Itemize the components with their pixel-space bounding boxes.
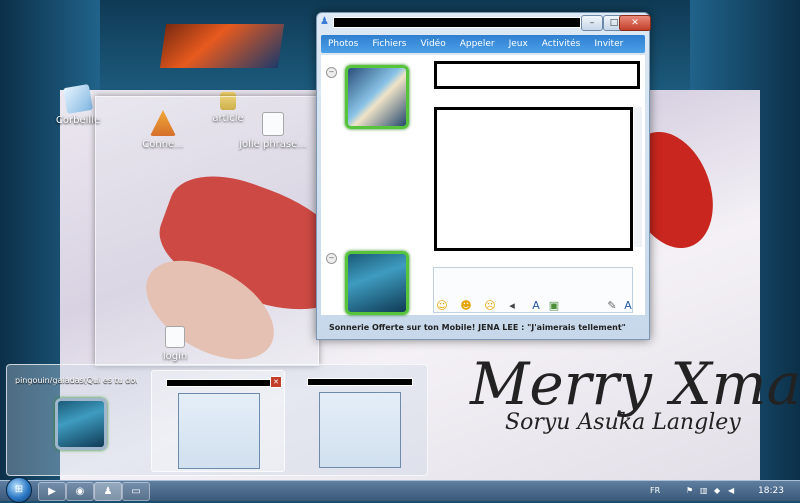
menu-jeux[interactable]: Jeux [509, 35, 528, 53]
tray-flag-icon[interactable]: ⚑ [686, 481, 693, 501]
recycle-bin-icon [62, 83, 94, 115]
taskbar-media-button[interactable]: ▶ [38, 482, 66, 501]
messenger-app-icon: ♟ [320, 16, 329, 27]
thumbnail-pingouin[interactable]: pingouin/galadas(Qui es tu dou... [11, 370, 143, 470]
firefox-icon: ◉ [75, 486, 85, 497]
contact-name-redacted [434, 61, 640, 89]
taskbar: ⊞ ▶ ◉ ♟ ▭ FR ⚑ ▥ ◆ ◀ 18:23 [0, 477, 800, 503]
collapse-contact-icon[interactable]: − [326, 67, 337, 78]
contact-avatar[interactable] [345, 65, 409, 129]
messenger-icon: ♟ [103, 486, 113, 497]
menu-activites[interactable]: Activités [542, 35, 581, 53]
taskbar-messenger-button[interactable]: ♟ [94, 482, 122, 501]
tray-volume-icon[interactable]: ◀ [728, 481, 734, 501]
self-avatar[interactable] [345, 251, 409, 315]
tray-network-icon[interactable]: ▥ [700, 481, 708, 501]
handwriting-icon[interactable]: ✎ [605, 299, 619, 313]
clock[interactable]: 18:23 [758, 481, 784, 501]
thumbnail-close-button[interactable]: ✕ [270, 376, 282, 388]
media-icon: ▶ [48, 486, 56, 497]
messenger-window[interactable]: ♟ – □ ✕ Photos Fichiers Vidéo Appeler Jeux Ac… [316, 12, 651, 340]
thumbnail-avatar [55, 398, 107, 450]
explorer-icon: ▭ [131, 486, 141, 497]
thumbnail-title-redacted [307, 378, 413, 386]
taskbar-firefox-button[interactable]: ◉ [66, 482, 94, 501]
thumbnail-conversation-2[interactable] [293, 370, 425, 470]
sound-icon[interactable]: ◂ [505, 299, 519, 313]
collapse-self-icon[interactable]: − [326, 253, 337, 264]
conversation-scrollbar[interactable] [634, 107, 642, 247]
text-format-icon[interactable]: A [621, 299, 635, 313]
start-button[interactable]: ⊞ [6, 477, 32, 503]
ad-status-line[interactable]: Sonnerie Offerte sur ton Mobile! JENA LE… [329, 323, 639, 332]
nudge-icon[interactable]: ☹ [483, 299, 497, 313]
smile-icon[interactable]: ☺ [435, 299, 449, 313]
language-indicator[interactable]: FR [650, 481, 660, 501]
thumbnail-label: pingouin/galadas(Qui es tu dou... [15, 376, 137, 385]
menu-inviter[interactable]: Inviter [594, 35, 623, 53]
close-button[interactable]: ✕ [619, 15, 651, 31]
menu-photos[interactable]: Photos [328, 35, 358, 53]
menu-appeler[interactable]: Appeler [460, 35, 495, 53]
font-icon[interactable]: A [529, 299, 543, 313]
messenger-titlebar[interactable]: ♟ – □ ✕ [317, 13, 651, 33]
menu-video[interactable]: Vidéo [420, 35, 445, 53]
desktop-icon-label: Corbeille [55, 115, 101, 126]
background-icon[interactable]: ▣ [547, 299, 561, 313]
minimize-button[interactable]: – [581, 15, 603, 31]
wallpaper-text-main: Merry Xmas [470, 350, 800, 418]
wallpaper-text-sub: Soryu Asuka Langley [505, 410, 741, 435]
thumbnail-mini-window [178, 393, 260, 469]
peek-window-outline [95, 96, 319, 366]
taskbar-explorer-button[interactable]: ▭ [122, 482, 150, 501]
title-redacted [333, 17, 581, 28]
thumbnail-mini-window [319, 392, 401, 468]
thumbnail-conversation-1[interactable]: ✕ [151, 370, 285, 472]
messenger-menu-bar: Photos Fichiers Vidéo Appeler Jeux Activités I… [321, 35, 645, 67]
thumbnail-title-redacted [166, 379, 272, 387]
menu-fichiers[interactable]: Fichiers [372, 35, 406, 53]
taskbar-thumbnail-preview: pingouin/galadas(Qui es tu dou... ✕ [6, 364, 428, 476]
ceiling-photo [159, 24, 285, 68]
wink-icon[interactable]: ☻ [459, 299, 473, 313]
conversation-history-redacted [434, 107, 633, 251]
tray-security-icon[interactable]: ◆ [714, 481, 720, 501]
messenger-conversation-area: − − [321, 55, 645, 315]
